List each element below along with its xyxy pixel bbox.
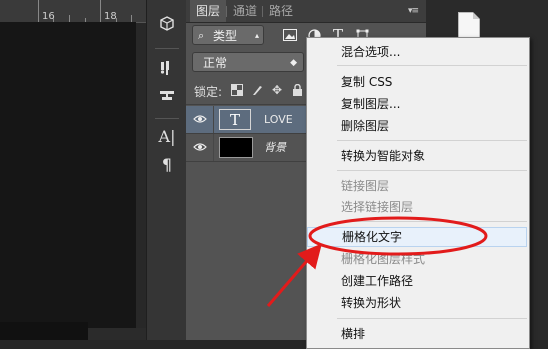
panel-tab-bar: 图层 通道 路径 ▾≡ xyxy=(186,0,426,23)
panel-icon-strip: A| ¶ xyxy=(146,0,188,340)
3d-cube-icon[interactable] xyxy=(157,14,177,34)
layer-filter-kind-select[interactable]: ⌕ 类型 ▴ xyxy=(192,25,264,45)
tab-layers[interactable]: 图层 xyxy=(190,0,227,22)
blend-mode-value: 正常 xyxy=(203,56,228,70)
menu-item-convert-to-shape[interactable]: 转换为形状 xyxy=(307,293,527,313)
menu-item-rasterize-layer-style: 栅格化图层样式 xyxy=(341,252,426,266)
tab-channels[interactable]: 通道 xyxy=(227,0,263,22)
menu-item-copy-css[interactable]: 复制 CSS xyxy=(307,72,527,92)
search-icon: ⌕ xyxy=(198,29,205,42)
document-canvas-area[interactable]: 16 18 xyxy=(0,0,146,340)
background-layer-thumbnail xyxy=(219,137,253,158)
menu-item-delete-layer[interactable]: 删除图层 xyxy=(307,116,527,136)
document-canvas[interactable] xyxy=(0,22,136,328)
menu-item-link-layers: 链接图层 xyxy=(341,179,390,193)
lock-image-pixels-icon[interactable] xyxy=(250,83,264,97)
menu-item-select-linked-layers: 选择链接图层 xyxy=(341,200,414,214)
panel-menu-icon[interactable]: ▾≡ xyxy=(408,6,419,16)
character-panel-icon[interactable]: A| xyxy=(157,126,177,146)
menu-item-blending-options[interactable]: 混合选项... xyxy=(307,42,527,62)
visibility-eye-icon[interactable] xyxy=(192,140,208,154)
lock-transparent-pixels-icon[interactable] xyxy=(230,83,244,97)
menu-item-rasterize-type[interactable]: 栅格化文字 xyxy=(307,227,527,247)
visibility-eye-icon[interactable] xyxy=(192,112,208,126)
filter-kind-label: 类型 xyxy=(213,29,238,43)
layer-name: 背景 xyxy=(264,141,286,154)
ruler-mark-18: 18 xyxy=(104,11,117,22)
document-file-icon xyxy=(458,12,480,38)
lock-position-icon[interactable]: ✥ xyxy=(270,83,284,97)
brush-presets-icon[interactable] xyxy=(157,58,177,78)
layer-context-menu: 混合选项... 复制 CSS 复制图层... 删除图层 转换为智能对象 链接图层… xyxy=(306,37,530,349)
menu-item-create-work-path[interactable]: 创建工作路径 xyxy=(307,271,527,291)
updown-arrow-icon: ▴ xyxy=(254,31,259,40)
pixel-filter-icon[interactable] xyxy=(282,27,298,43)
layer-name: LOVE xyxy=(264,113,293,126)
text-layer-thumbnail: T xyxy=(219,109,251,130)
clone-source-icon[interactable] xyxy=(157,86,177,106)
tab-paths[interactable]: 路径 xyxy=(263,0,299,22)
lock-all-icon[interactable] xyxy=(290,83,304,97)
menu-item-horizontal[interactable]: 横排 xyxy=(307,324,527,344)
blend-mode-select[interactable]: 正常 ◆ xyxy=(192,52,304,72)
updown-arrow-icon: ◆ xyxy=(290,58,297,68)
paragraph-panel-icon[interactable]: ¶ xyxy=(157,154,177,174)
menu-item-convert-to-smart-object[interactable]: 转换为智能对象 xyxy=(307,146,527,166)
canvas-dark-block xyxy=(0,322,88,340)
horizontal-ruler: 16 18 xyxy=(0,0,146,23)
menu-item-duplicate-layer[interactable]: 复制图层... xyxy=(307,94,527,114)
lock-label: 锁定: xyxy=(194,85,223,99)
